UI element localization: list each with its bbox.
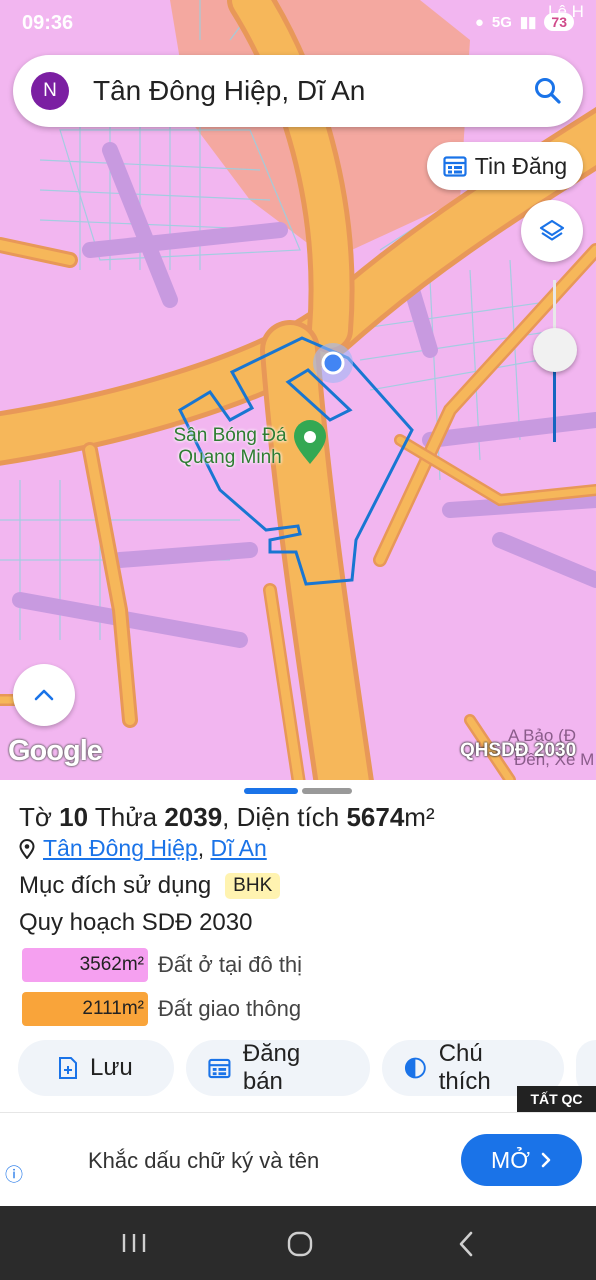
parcel-info-sheet: Tờ 10 Thửa 2039, Diện tích 5674m² Tân Đô… (0, 780, 596, 1114)
city-link[interactable]: Dĩ An (210, 835, 266, 861)
ad-info-icon[interactable]: ⓘ (5, 1161, 23, 1187)
hide-ads-button[interactable]: TẤT QC (517, 1086, 596, 1112)
poi-label[interactable]: Sân Bóng Đá Quang Minh (160, 425, 300, 469)
system-nav-bar (0, 1206, 596, 1280)
post-sale-label: Đăng bán (242, 1040, 301, 1095)
battery-level: 73 (544, 13, 574, 31)
post-sale-button[interactable]: Đăng bán (186, 1040, 370, 1096)
chevron-up-icon (34, 689, 54, 701)
layers-icon (539, 219, 565, 241)
land-use-row: 3562m² Đất ở tại đô thị (22, 948, 302, 982)
parcel-location: Tân Đông Hiệp, Dĩ An (19, 835, 267, 862)
recent-apps-icon[interactable] (120, 1232, 148, 1254)
land-use-area: 3562m² (22, 948, 148, 982)
calendar-list-icon (208, 1058, 231, 1079)
expand-button[interactable] (13, 664, 75, 726)
sheet-handle[interactable] (302, 788, 352, 794)
purpose-code-badge: BHK (225, 873, 281, 899)
opacity-slider-thumb[interactable] (533, 328, 577, 372)
ward-link[interactable]: Tân Đông Hiệp (43, 835, 198, 861)
network-label: 5G (491, 13, 512, 31)
add-file-icon (59, 1057, 77, 1079)
listings-label: Tin Đăng (474, 152, 568, 179)
status-bar: 09:36 ● 5G ▮▮ 73 (0, 0, 596, 50)
ad-banner[interactable]: ⓘ Khắc dấu chữ ký và tên MỞ (0, 1112, 596, 1207)
ad-open-button[interactable]: MỞ (461, 1134, 582, 1186)
land-use-label: Đất giao thông (158, 996, 302, 1021)
action-buttons: Lưu Đăng bán Chú thích (18, 1040, 596, 1096)
ad-open-label: MỞ (491, 1146, 530, 1173)
avatar[interactable]: N (31, 72, 69, 110)
search-bar[interactable]: N Tân Đông Hiệp, Dĩ An (13, 55, 583, 127)
land-purpose-row: Mục đích sử dụng BHK (19, 872, 281, 900)
contrast-icon (404, 1057, 426, 1079)
sheet-number: 10 (59, 802, 89, 832)
home-icon[interactable] (286, 1230, 314, 1258)
status-time: 09:36 (22, 12, 74, 34)
plan-title: Quy hoạch SDĐ 2030 (19, 909, 253, 936)
back-icon[interactable] (456, 1230, 476, 1258)
search-icon[interactable] (533, 76, 563, 106)
google-logo: Google (8, 735, 103, 767)
sheet-label: Tờ (19, 802, 52, 832)
land-use-row: 2111m² Đất giao thông (22, 992, 301, 1026)
land-use-area: 2111m² (22, 992, 148, 1026)
save-label: Lưu (90, 1054, 133, 1081)
calendar-list-icon (443, 156, 467, 177)
location-separator: , (197, 835, 205, 861)
parcel-title: Tờ 10 Thửa 2039, Diện tích 5674m² (19, 802, 435, 833)
ad-text: Khắc dấu chữ ký và tên (88, 1148, 320, 1173)
chevron-right-icon (541, 1152, 551, 1168)
sheet-handle-active[interactable] (244, 788, 298, 794)
search-input[interactable]: Tân Đông Hiệp, Dĩ An (93, 75, 533, 107)
layers-button[interactable] (521, 200, 583, 262)
signal-icon: ▮▮ (519, 14, 537, 31)
area-unit: m² (404, 802, 435, 832)
area-value: 5674 (346, 802, 405, 832)
lot-number: 2039 (164, 802, 223, 832)
area-label: , Diện tích (222, 802, 340, 832)
lot-label: Thửa (94, 802, 158, 832)
save-button[interactable]: Lưu (18, 1040, 174, 1096)
location-status-icon: ● (474, 13, 484, 31)
listings-button[interactable]: Tin Đăng (427, 142, 583, 190)
land-use-label: Đất ở tại đô thị (158, 952, 303, 977)
planning-layer-badge: QHSDĐ 2030 (460, 740, 577, 761)
location-pin-icon (19, 838, 35, 859)
purpose-label: Mục đích sử dụng (19, 872, 212, 899)
status-icons: ● 5G ▮▮ 73 (475, 13, 574, 31)
